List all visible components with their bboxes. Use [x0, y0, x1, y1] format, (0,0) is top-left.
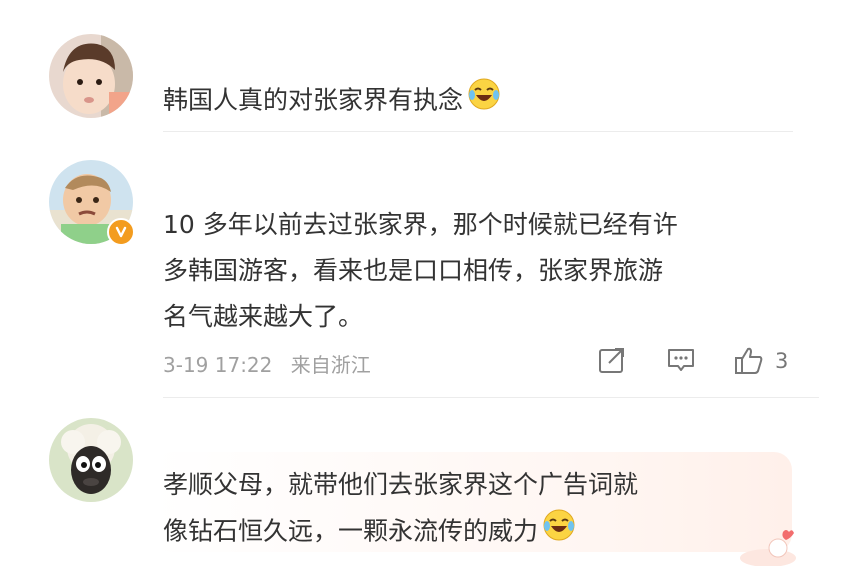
comment-text: 韩国人真的对张家界有执念 [163, 77, 501, 126]
divider [163, 397, 819, 398]
verified-badge-icon [107, 218, 135, 246]
comment-date: 3-19 17:22 [163, 353, 273, 377]
laughing-tears-emoji-icon [542, 508, 576, 557]
like-count: 3 [775, 349, 789, 373]
comment-icon[interactable] [666, 345, 696, 379]
like-icon[interactable] [733, 345, 765, 381]
comment-text-content: 像钻石恒久远，一颗永流传的威力 [163, 516, 539, 546]
comment-text-line: 名气越来越大了。 [163, 302, 364, 331]
comment-text-content: 韩国人真的对张家界有执念 [163, 85, 464, 115]
divider [163, 131, 793, 132]
comment-text-line: 10 多年以前去过张家界，那个时候就已经有许 [163, 210, 678, 239]
comment-meta: 3-19 17:22 来自浙江 [163, 349, 383, 378]
comment-text-line-with-emoji: 像钻石恒久远，一颗永流传的威力 [163, 508, 638, 557]
avatar[interactable] [49, 418, 133, 502]
avatar[interactable] [49, 34, 133, 118]
share-icon[interactable] [597, 345, 627, 379]
comment-text-line: 多韩国游客，看来也是口口相传，张家界旅游 [163, 256, 664, 285]
comment-text: 孝顺父母，就带他们去张家界这个广告词就 像钻石恒久远，一颗永流传的威力 [163, 462, 638, 557]
comment-text-line: 孝顺父母，就带他们去张家界这个广告词就 [163, 470, 639, 499]
laughing-tears-emoji-icon [467, 77, 501, 126]
comment-text: 10 多年以前去过张家界，那个时候就已经有许 多韩国游客，看来也是口口相传，张家… [163, 202, 678, 340]
bubble-decoration-icon [728, 526, 798, 570]
comment-source: 来自浙江 [290, 353, 371, 377]
